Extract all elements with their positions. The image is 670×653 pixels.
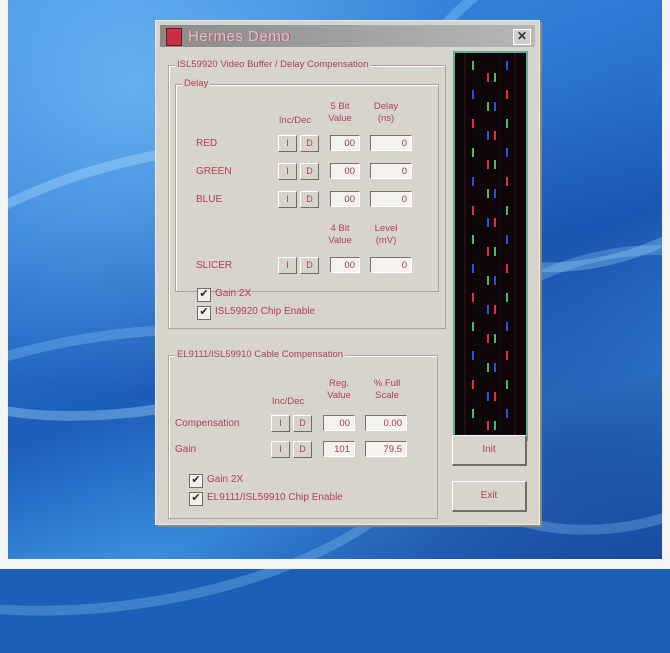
photo-border: [0, 0, 670, 569]
